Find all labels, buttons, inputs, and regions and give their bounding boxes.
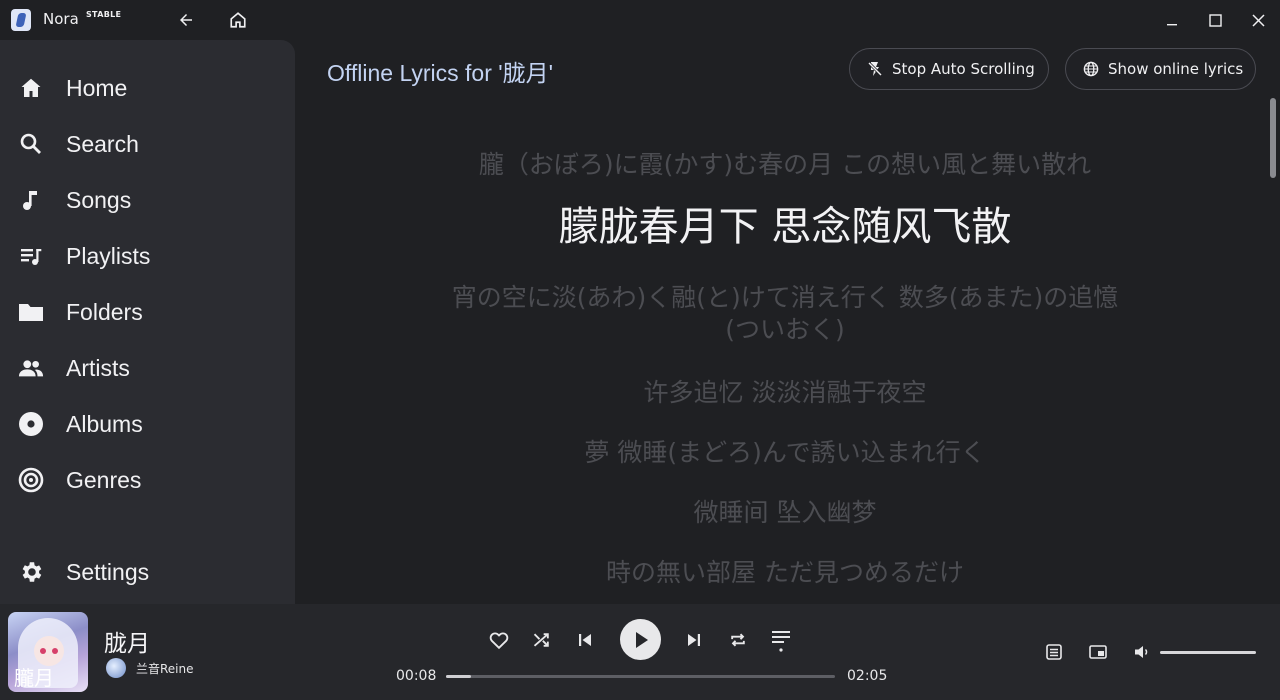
globe-icon: [1082, 60, 1100, 78]
music-note-icon: [18, 187, 44, 213]
folder-icon: [18, 299, 44, 325]
sidebar-item-label: Artists: [66, 354, 130, 381]
title-bar: Nora STABLE: [0, 0, 1280, 40]
player-bar: 朧月 胧月 兰音Reine 00:08 02:05: [0, 604, 1280, 700]
artist-avatar[interactable]: [106, 658, 126, 678]
search-icon: [18, 131, 44, 157]
home-icon: [18, 75, 44, 101]
app-name: Nora: [43, 10, 79, 28]
seek-bar-fill: [446, 675, 471, 678]
sidebar-item-albums[interactable]: Albums: [0, 399, 295, 449]
stop-auto-scrolling-label: Stop Auto Scrolling: [892, 60, 1035, 78]
gear-icon: [18, 559, 44, 585]
queue-icon[interactable]: [1042, 640, 1066, 664]
sidebar-item-folders[interactable]: Folders: [0, 287, 295, 337]
seek-bar[interactable]: [446, 675, 835, 678]
sidebar-item-label: Settings: [66, 558, 150, 585]
cover-title-art: 朧月: [14, 666, 54, 690]
repeat-icon[interactable]: [724, 626, 752, 654]
lyrics-scrollbar[interactable]: [1270, 98, 1276, 178]
sidebar-item-label: Songs: [66, 186, 132, 213]
genre-icon: [18, 467, 44, 493]
mini-player-icon[interactable]: [1086, 640, 1110, 664]
sidebar-item-settings[interactable]: Settings: [0, 547, 295, 597]
stop-auto-scrolling-button[interactable]: Stop Auto Scrolling: [849, 48, 1049, 90]
album-icon: [18, 411, 44, 437]
artist-name[interactable]: 兰音Reine: [136, 660, 194, 677]
lyric-line[interactable]: 夢 微睡(まどろ)んで誘い込まれ行く: [435, 437, 1135, 469]
lyric-line[interactable]: 宵の空に淡(あわ)く融(と)けて消え行く 数多(あまた)の追憶(ついおく): [435, 282, 1135, 346]
lyrics-toggle-icon[interactable]: [767, 626, 795, 654]
shuffle-icon[interactable]: [528, 626, 556, 654]
volume-slider[interactable]: [1160, 651, 1256, 654]
maximize-button[interactable]: [1200, 8, 1230, 32]
sidebar-item-label: Home: [66, 74, 128, 101]
song-title[interactable]: 胧月: [104, 624, 150, 658]
album-cover[interactable]: 朧月: [8, 612, 88, 692]
playlist-icon: [18, 243, 44, 269]
lyric-line-active[interactable]: 朦胧春月下 思念随风飞散: [435, 203, 1135, 251]
sidebar-item-label: Albums: [66, 410, 143, 437]
volume-icon[interactable]: [1130, 640, 1154, 664]
current-time: 00:08: [396, 668, 437, 684]
sidebar: Home Search Songs Playlists Folders Arti…: [0, 40, 295, 604]
scroll-off-icon: [866, 60, 884, 78]
favorite-heart-icon[interactable]: [485, 626, 513, 654]
page-title: Offline Lyrics for '胧月': [327, 60, 554, 86]
sidebar-item-search[interactable]: Search: [0, 119, 295, 169]
lyric-line[interactable]: 微睡间 坠入幽梦: [435, 497, 1135, 529]
sidebar-item-label: Search: [66, 130, 139, 157]
back-arrow-icon[interactable]: [175, 9, 197, 31]
sidebar-item-home[interactable]: Home: [0, 63, 295, 113]
sidebar-item-songs[interactable]: Songs: [0, 175, 295, 225]
play-icon: [635, 631, 648, 648]
app-logo-icon: [11, 9, 31, 31]
show-online-lyrics-button[interactable]: Show online lyrics: [1065, 48, 1256, 90]
lyric-line[interactable]: 朧（おぼろ)に霞(かす)む春の月 この想い風と舞い散れ: [435, 149, 1135, 181]
sidebar-item-artists[interactable]: Artists: [0, 343, 295, 393]
sidebar-item-playlists[interactable]: Playlists: [0, 231, 295, 281]
sidebar-item-label: Genres: [66, 466, 142, 493]
show-online-lyrics-label: Show online lyrics: [1108, 60, 1244, 78]
people-icon: [18, 355, 44, 381]
lyric-line[interactable]: 時の無い部屋 ただ見つめるだけ: [435, 557, 1135, 589]
lyric-line[interactable]: 许多追忆 淡淡消融于夜空: [435, 377, 1135, 409]
lyrics-panel: Offline Lyrics for '胧月' Stop Auto Scroll…: [295, 40, 1280, 604]
minimize-button[interactable]: [1157, 8, 1187, 32]
home-shortcut-icon[interactable]: [227, 9, 249, 31]
sidebar-item-label: Playlists: [66, 242, 151, 269]
total-time: 02:05: [847, 668, 888, 684]
previous-track-icon[interactable]: [571, 626, 599, 654]
close-button[interactable]: [1243, 8, 1273, 32]
play-button[interactable]: [620, 619, 661, 660]
sidebar-item-genres[interactable]: Genres: [0, 455, 295, 505]
next-track-icon[interactable]: [680, 626, 708, 654]
sidebar-item-label: Folders: [66, 298, 143, 325]
app-release-badge: STABLE: [86, 10, 122, 19]
